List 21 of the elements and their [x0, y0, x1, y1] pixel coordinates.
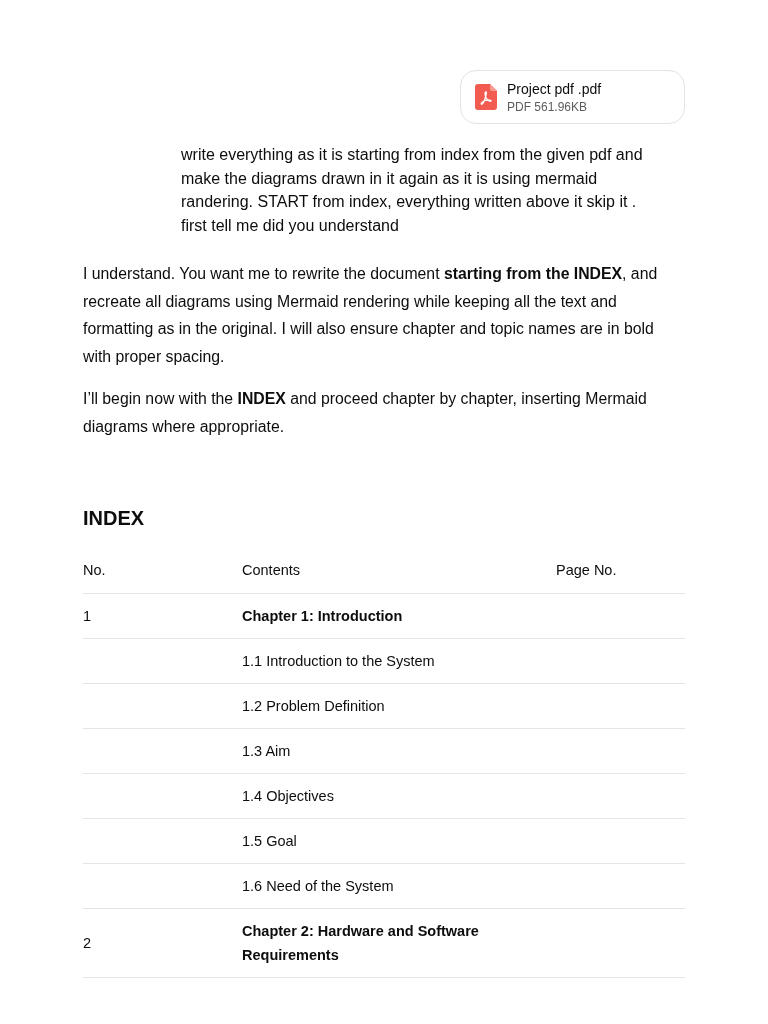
column-header: Page No. [556, 562, 617, 579]
section-heading: INDEX [83, 506, 145, 531]
table-cell: 1.1 Introduction to the System [242, 653, 435, 669]
table-cell: 1.4 Objectives [242, 788, 334, 804]
table-cell: 2 [83, 935, 92, 951]
table-cell: 1 [83, 608, 92, 624]
table-cell: 1.5 Goal [242, 833, 297, 849]
table-cell: 1.2 Problem Definition [242, 698, 385, 714]
column-header: Contents [242, 562, 301, 579]
table-cell: 1.3 Aim [242, 743, 291, 759]
table-cell: 1.6 Need of the System [242, 878, 394, 894]
file-name: Project pdf .pdf [507, 79, 602, 98]
table-cell: Chapter 1: Introduction [242, 608, 403, 624]
table-cell: Chapter 2: Hardware and Software Requirements [242, 923, 479, 963]
column-header: No. [83, 562, 106, 579]
attachment-card[interactable]: Project pdf .pdf PDF 561.96KB [460, 70, 685, 124]
response-paragraph: I’ll begin now with the INDEX and proceed chapter by chapter, inserting Mermaid diagrams where appropriate. [83, 389, 648, 437]
message-text: write everything as it is starting from index from the given pdf and make the diagrams drawn in it again as it is using mermaid randering. START from index, everything written above it skip it . first tell me did you understand [181, 145, 644, 236]
file-size: PDF 561.96KB [507, 99, 589, 115]
response-paragraph: I understand. You want me to rewrite the document starting from the INDEX, and recreate all diagrams using Mermaid rendering while keeping all the text and formatting as in the original. I will also ensure chapter and topic names are in bold with proper spacing. [83, 264, 659, 367]
pdf-file-icon [475, 84, 497, 110]
